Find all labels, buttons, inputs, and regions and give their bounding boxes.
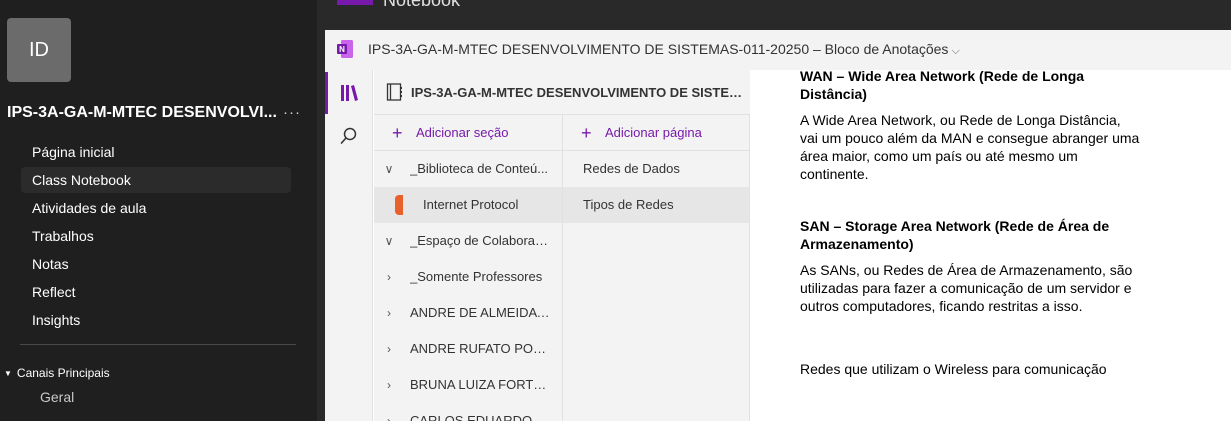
sections-pane: + Adicionar seção ∨ _Biblioteca de Conteú…: [374, 115, 563, 421]
plus-icon: +: [581, 123, 592, 143]
notebook-header-label: IPS-3A-GA-M-MTEC DESENVOLVIMENTO DE SIST…: [411, 85, 746, 100]
san-heading[interactable]: SAN – Storage Area Network (Rede de Área…: [800, 217, 1140, 253]
chevron-down-icon: ⌵: [951, 45, 960, 57]
tab-header-title: Notebook: [383, 0, 461, 10]
pages-pane: + Adicionar página Redes de Dados Tipos d…: [563, 115, 750, 421]
onenote-nav-column: [325, 70, 373, 421]
notebook-header[interactable]: IPS-3A-GA-M-MTEC DESENVOLVIMENTO DE SIST…: [374, 70, 750, 115]
nav-item-insights[interactable]: Insights: [21, 307, 291, 333]
nav-item-atividades-de-aula[interactable]: Atividades de aula: [21, 195, 291, 221]
add-section-button[interactable]: + Adicionar seção: [374, 115, 562, 151]
section-color-tab: [395, 195, 403, 215]
section-label: Internet Protocol: [423, 197, 519, 212]
section-internet-protocol[interactable]: Internet Protocol: [374, 187, 562, 223]
section-group-somente-professores[interactable]: › _Somente Professores: [374, 259, 562, 295]
notebook-title[interactable]: IPS-3A-GA-M-MTEC DESENVOLVIMENTO DE SIST…: [368, 41, 960, 58]
section-label: BRUNA LUIZA FORTE...: [410, 377, 550, 392]
chevron-down-icon[interactable]: ∨: [382, 223, 396, 259]
page-item-tipos-de-redes[interactable]: Tipos de Redes: [563, 187, 749, 223]
active-indicator: [325, 72, 328, 114]
plus-icon: +: [392, 123, 403, 143]
nav-item-class-notebook[interactable]: Class Notebook: [21, 167, 291, 193]
san-paragraph[interactable]: As SANs, ou Redes de Área de Armazenamen…: [800, 261, 1140, 315]
divider: [20, 344, 296, 345]
section-label: _Espaço de Colaboraç...: [410, 233, 550, 248]
page-item-redes-de-dados[interactable]: Redes de Dados: [563, 151, 749, 187]
team-name[interactable]: IPS-3A-GA-M-MTEC DESENVOLVI...: [7, 104, 279, 122]
chevron-right-icon[interactable]: ›: [382, 259, 396, 295]
wireless-paragraph[interactable]: Redes que utilizam o Wireless para comun…: [800, 360, 1140, 378]
section-label: ANDRE RUFATO PORT...: [410, 341, 550, 356]
section-group-bruna-luiza[interactable]: › BRUNA LUIZA FORTE...: [374, 367, 562, 403]
section-group-biblioteca[interactable]: ∨ _Biblioteca de Conteú...: [374, 151, 562, 187]
more-options-icon[interactable]: ···: [283, 104, 301, 121]
section-label: _Somente Professores: [410, 269, 543, 284]
section-label: ANDRE DE ALMEIDA ...: [410, 305, 550, 320]
notebook-title-label: IPS-3A-GA-M-MTEC DESENVOLVIMENTO DE SIST…: [368, 41, 949, 57]
add-page-label: Adicionar página: [605, 125, 702, 140]
nav-item-reflect[interactable]: Reflect: [21, 279, 291, 305]
caret-down-icon: ▼: [4, 369, 12, 379]
channel-geral[interactable]: Geral: [40, 389, 74, 405]
section-group-carlos-eduardo[interactable]: › CARLOS EDUARDO P...: [374, 403, 562, 421]
section-label: _Biblioteca de Conteú...: [410, 161, 549, 176]
tab-accent: [337, 0, 373, 5]
onenote-frame: N IPS-3A-GA-M-MTEC DESENVOLVIMENTO DE SI…: [325, 30, 1231, 421]
chevron-right-icon[interactable]: ›: [382, 403, 396, 421]
section-group-andre-almeida[interactable]: › ANDRE DE ALMEIDA ...: [374, 295, 562, 331]
main-area: N IPS-3A-GA-M-MTEC DESENVOLVIMENTO DE SI…: [317, 16, 1231, 421]
svg-text:N: N: [339, 45, 345, 54]
channels-header-label: Canais Principais: [16, 366, 110, 380]
add-section-label: Adicionar seção: [416, 125, 509, 140]
search-icon[interactable]: [339, 126, 359, 146]
nav-item-pagina-inicial[interactable]: Página inicial: [21, 139, 291, 165]
section-group-andre-rufato[interactable]: › ANDRE RUFATO PORT...: [374, 331, 562, 367]
teams-sidebar: ID IPS-3A-GA-M-MTEC DESENVOLVI... ··· Pá…: [0, 0, 317, 421]
tab-header: Notebook: [317, 0, 1231, 16]
wan-paragraph[interactable]: A Wide Area Network, ou Rede de Longa Di…: [800, 111, 1140, 183]
chevron-right-icon[interactable]: ›: [382, 367, 396, 403]
team-avatar[interactable]: ID: [7, 18, 71, 82]
chevron-down-icon[interactable]: ∨: [382, 151, 396, 187]
nav-item-trabalhos[interactable]: Trabalhos: [21, 223, 291, 249]
nav-item-notas[interactable]: Notas: [21, 251, 291, 277]
section-group-espaco[interactable]: ∨ _Espaço de Colaboraç...: [374, 223, 562, 259]
page-canvas[interactable]: WAN – Wide Area Network (Rede de Longa D…: [751, 70, 1231, 421]
add-page-button[interactable]: + Adicionar página: [563, 115, 749, 151]
chevron-right-icon[interactable]: ›: [382, 331, 396, 367]
notebooks-icon[interactable]: [339, 83, 359, 103]
channels-header[interactable]: ▼ Canais Principais: [4, 366, 110, 380]
onenote-title-bar: N IPS-3A-GA-M-MTEC DESENVOLVIMENTO DE SI…: [325, 30, 1231, 70]
wan-heading[interactable]: WAN – Wide Area Network (Rede de Longa D…: [800, 70, 1140, 103]
chevron-right-icon[interactable]: ›: [382, 295, 396, 331]
notebook-icon: [386, 83, 402, 101]
section-label: CARLOS EDUARDO P...: [410, 413, 550, 421]
onenote-logo-icon: N: [337, 40, 353, 58]
